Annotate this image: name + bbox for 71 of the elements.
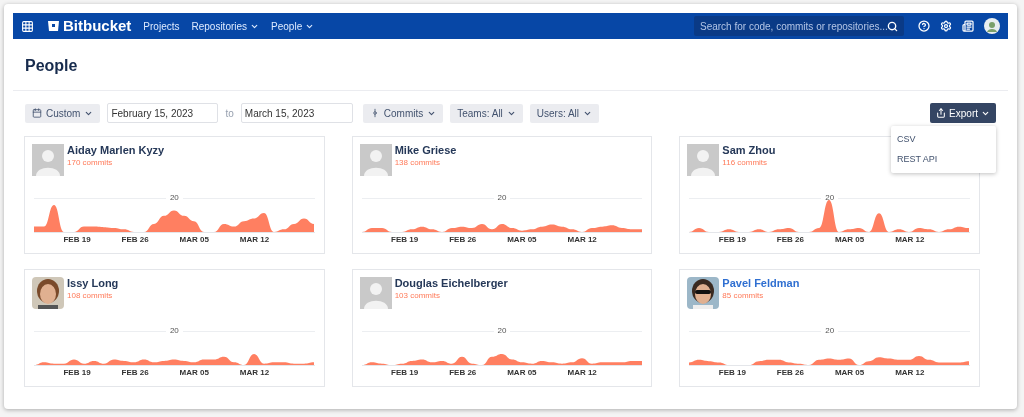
date-label: MAR 12 [895,236,925,244]
axis-label: 20 [496,194,508,202]
axis-label: 20 [168,194,180,202]
date-label: FEB 26 [776,236,804,244]
teams-dropdown[interactable]: Teams: All [450,103,523,123]
nav-link[interactable]: Projects [143,18,180,34]
settings-icon[interactable] [940,20,952,32]
nav-link[interactable]: Repositories [191,18,260,34]
date-field[interactable]: February 15, 2023 [107,103,219,123]
date-label: MAR 12 [239,369,270,377]
menu-item[interactable]: CSV [891,130,996,150]
date-label: FEB 26 [449,236,477,244]
axis-label: 20 [824,327,836,335]
product-name[interactable]: Bitbucket [63,14,132,38]
date-label: MAR 05 [834,236,865,244]
date-label: FEB 26 [776,369,804,377]
metric-dropdown[interactable]: Commits [362,103,444,123]
date-label: MAR 12 [895,369,925,377]
person-name[interactable]: Pavel Feldman [722,277,800,291]
nav-link[interactable]: People [271,18,315,34]
export-icon [936,108,947,118]
avatar-placeholder-icon [687,144,720,176]
person-name[interactable]: Douglas Eichelberger [394,277,508,291]
date-label: MAR 12 [567,369,597,377]
date-label: FEB 19 [718,236,746,244]
person-name[interactable]: Issy Long [67,277,119,291]
range-dropdown[interactable]: Custom [25,103,101,123]
commit-count: 138 commits [394,157,441,168]
date-label: FEB 19 [391,236,419,244]
menu-item[interactable]: REST API [891,149,996,169]
date-label: MAR 05 [179,236,209,244]
date-label: MAR 12 [567,236,597,244]
users-dropdown[interactable]: Users: All [529,103,600,123]
page-title: People [25,56,79,76]
person-name[interactable]: Mike Griese [394,144,457,158]
date-label: MAR 05 [834,369,865,377]
date-label: FEB 19 [718,369,746,377]
bucket-logo-icon [48,21,59,31]
date-label: MAR 05 [507,369,537,377]
date-label: FEB 26 [121,369,149,377]
person-name[interactable]: Aiday Marlen Kyzy [67,144,165,158]
calendar-icon [32,108,42,118]
date-label: FEB 19 [391,369,419,377]
export-button[interactable]: Export [930,103,996,123]
date-label: MAR 12 [239,236,270,244]
notes-icon[interactable] [962,20,974,32]
axis-label: 20 [496,327,508,335]
commit-count: 116 commits [722,157,769,168]
person-name[interactable]: Sam Zhou [722,144,776,158]
avatar-placeholder-icon [359,144,392,176]
search-field[interactable]: Search for code, commits or repositories... [694,16,904,36]
avatar-placeholder-icon [32,144,64,176]
commit-count: 85 commits [722,290,765,301]
date-label: FEB 19 [63,369,91,377]
to-label: to [225,106,234,121]
search-icon [887,20,898,32]
date-label: MAR 05 [179,369,209,377]
axis-label: 20 [824,194,836,202]
commit-count: 103 commits [394,290,441,301]
axis-label: 20 [168,327,180,335]
date-field[interactable]: March 15, 2023 [240,103,353,123]
date-label: FEB 19 [63,236,91,244]
date-label: MAR 05 [507,236,537,244]
commit-count: 108 commits [67,290,114,301]
app-switcher-icon[interactable] [21,19,34,33]
date-label: FEB 26 [121,236,149,244]
date-label: FEB 26 [449,369,477,377]
help-icon[interactable] [918,20,930,32]
avatar-placeholder-icon [359,277,392,309]
commit-count: 170 commits [67,157,114,168]
user-avatar-icon[interactable] [984,18,1000,34]
